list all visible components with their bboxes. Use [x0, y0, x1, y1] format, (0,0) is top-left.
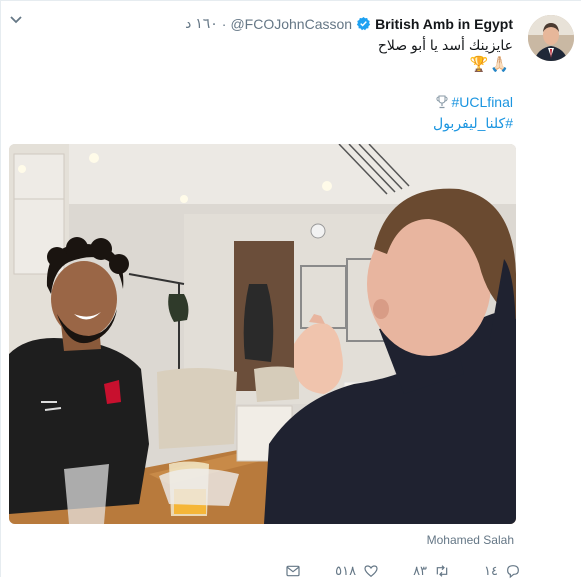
photo-image [9, 144, 516, 524]
tweet-emoji: 🏆 🙏🏻 [470, 55, 509, 73]
hashtag-liverpool[interactable]: #كلنا_ليفربول [433, 115, 513, 132]
timestamp[interactable]: ١٦٠ د [185, 15, 218, 32]
dot-separator: · [221, 15, 227, 32]
tweet-card[interactable]: ١٦٠ د · @FCOJohnCasson British Amb in Eg… [0, 0, 581, 579]
tweet-actions: ١٤ ٨٣ ٥١٨ [256, 561, 521, 581]
author-handle[interactable]: @FCOJohnCasson [230, 16, 352, 32]
chevron-down-icon[interactable] [9, 14, 23, 26]
hashtag-uclfinal[interactable]: #UCLfinal [452, 94, 513, 110]
verified-badge-icon [356, 16, 371, 31]
photo-credit[interactable]: Mohamed Salah [427, 533, 514, 547]
hashtag-link[interactable]: #UCLfinal [435, 94, 513, 110]
tweet-photo[interactable] [9, 144, 516, 524]
praying-hands-emoji: 🙏🏻 [490, 56, 509, 73]
avatar[interactable] [528, 15, 574, 61]
tweet-text: عايزينك أسد يا أبو صلاح [377, 37, 513, 53]
trophy-emoji: 🏆 [469, 56, 489, 73]
trophy-icon [435, 95, 448, 109]
author-name[interactable]: British Amb in Egypt [375, 16, 513, 32]
tweet-header: ١٦٠ د · @FCOJohnCasson British Amb in Eg… [185, 15, 513, 32]
